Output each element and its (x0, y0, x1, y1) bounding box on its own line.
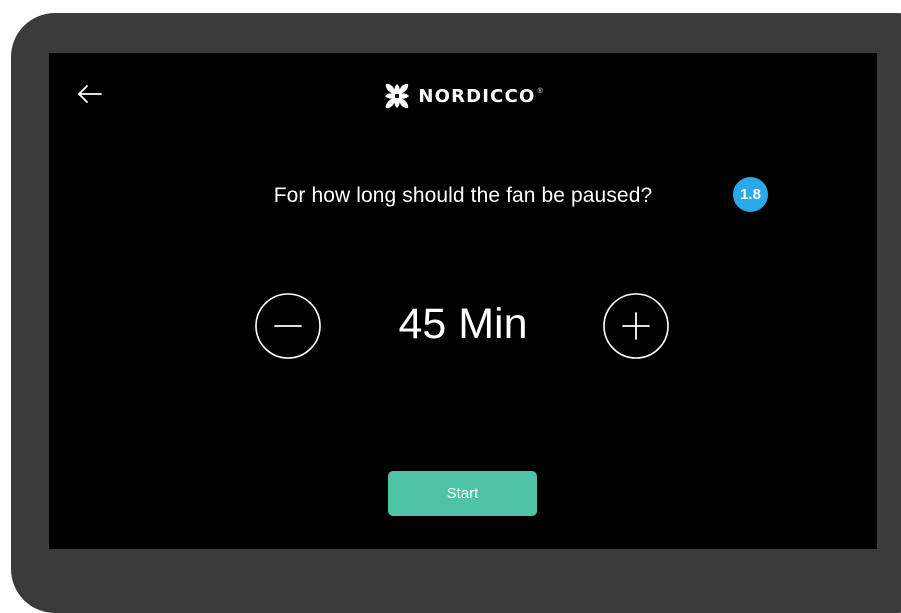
fan-logo-icon (385, 83, 410, 109)
brand-logo: NORDICCO ® (49, 83, 877, 109)
minus-circle-icon (255, 293, 321, 359)
start-button[interactable]: Start (388, 471, 537, 516)
display-screen: NORDICCO ® For how long should the fan b… (49, 53, 877, 549)
duration-value: 45 Min (398, 300, 528, 348)
plus-circle-icon (603, 293, 669, 359)
brand-name: NORDICCO (418, 85, 536, 107)
step-badge: 1.8 (733, 177, 768, 212)
increase-duration-button[interactable] (602, 292, 670, 360)
registered-mark: ® (537, 87, 543, 95)
decrease-duration-button[interactable] (254, 292, 322, 360)
